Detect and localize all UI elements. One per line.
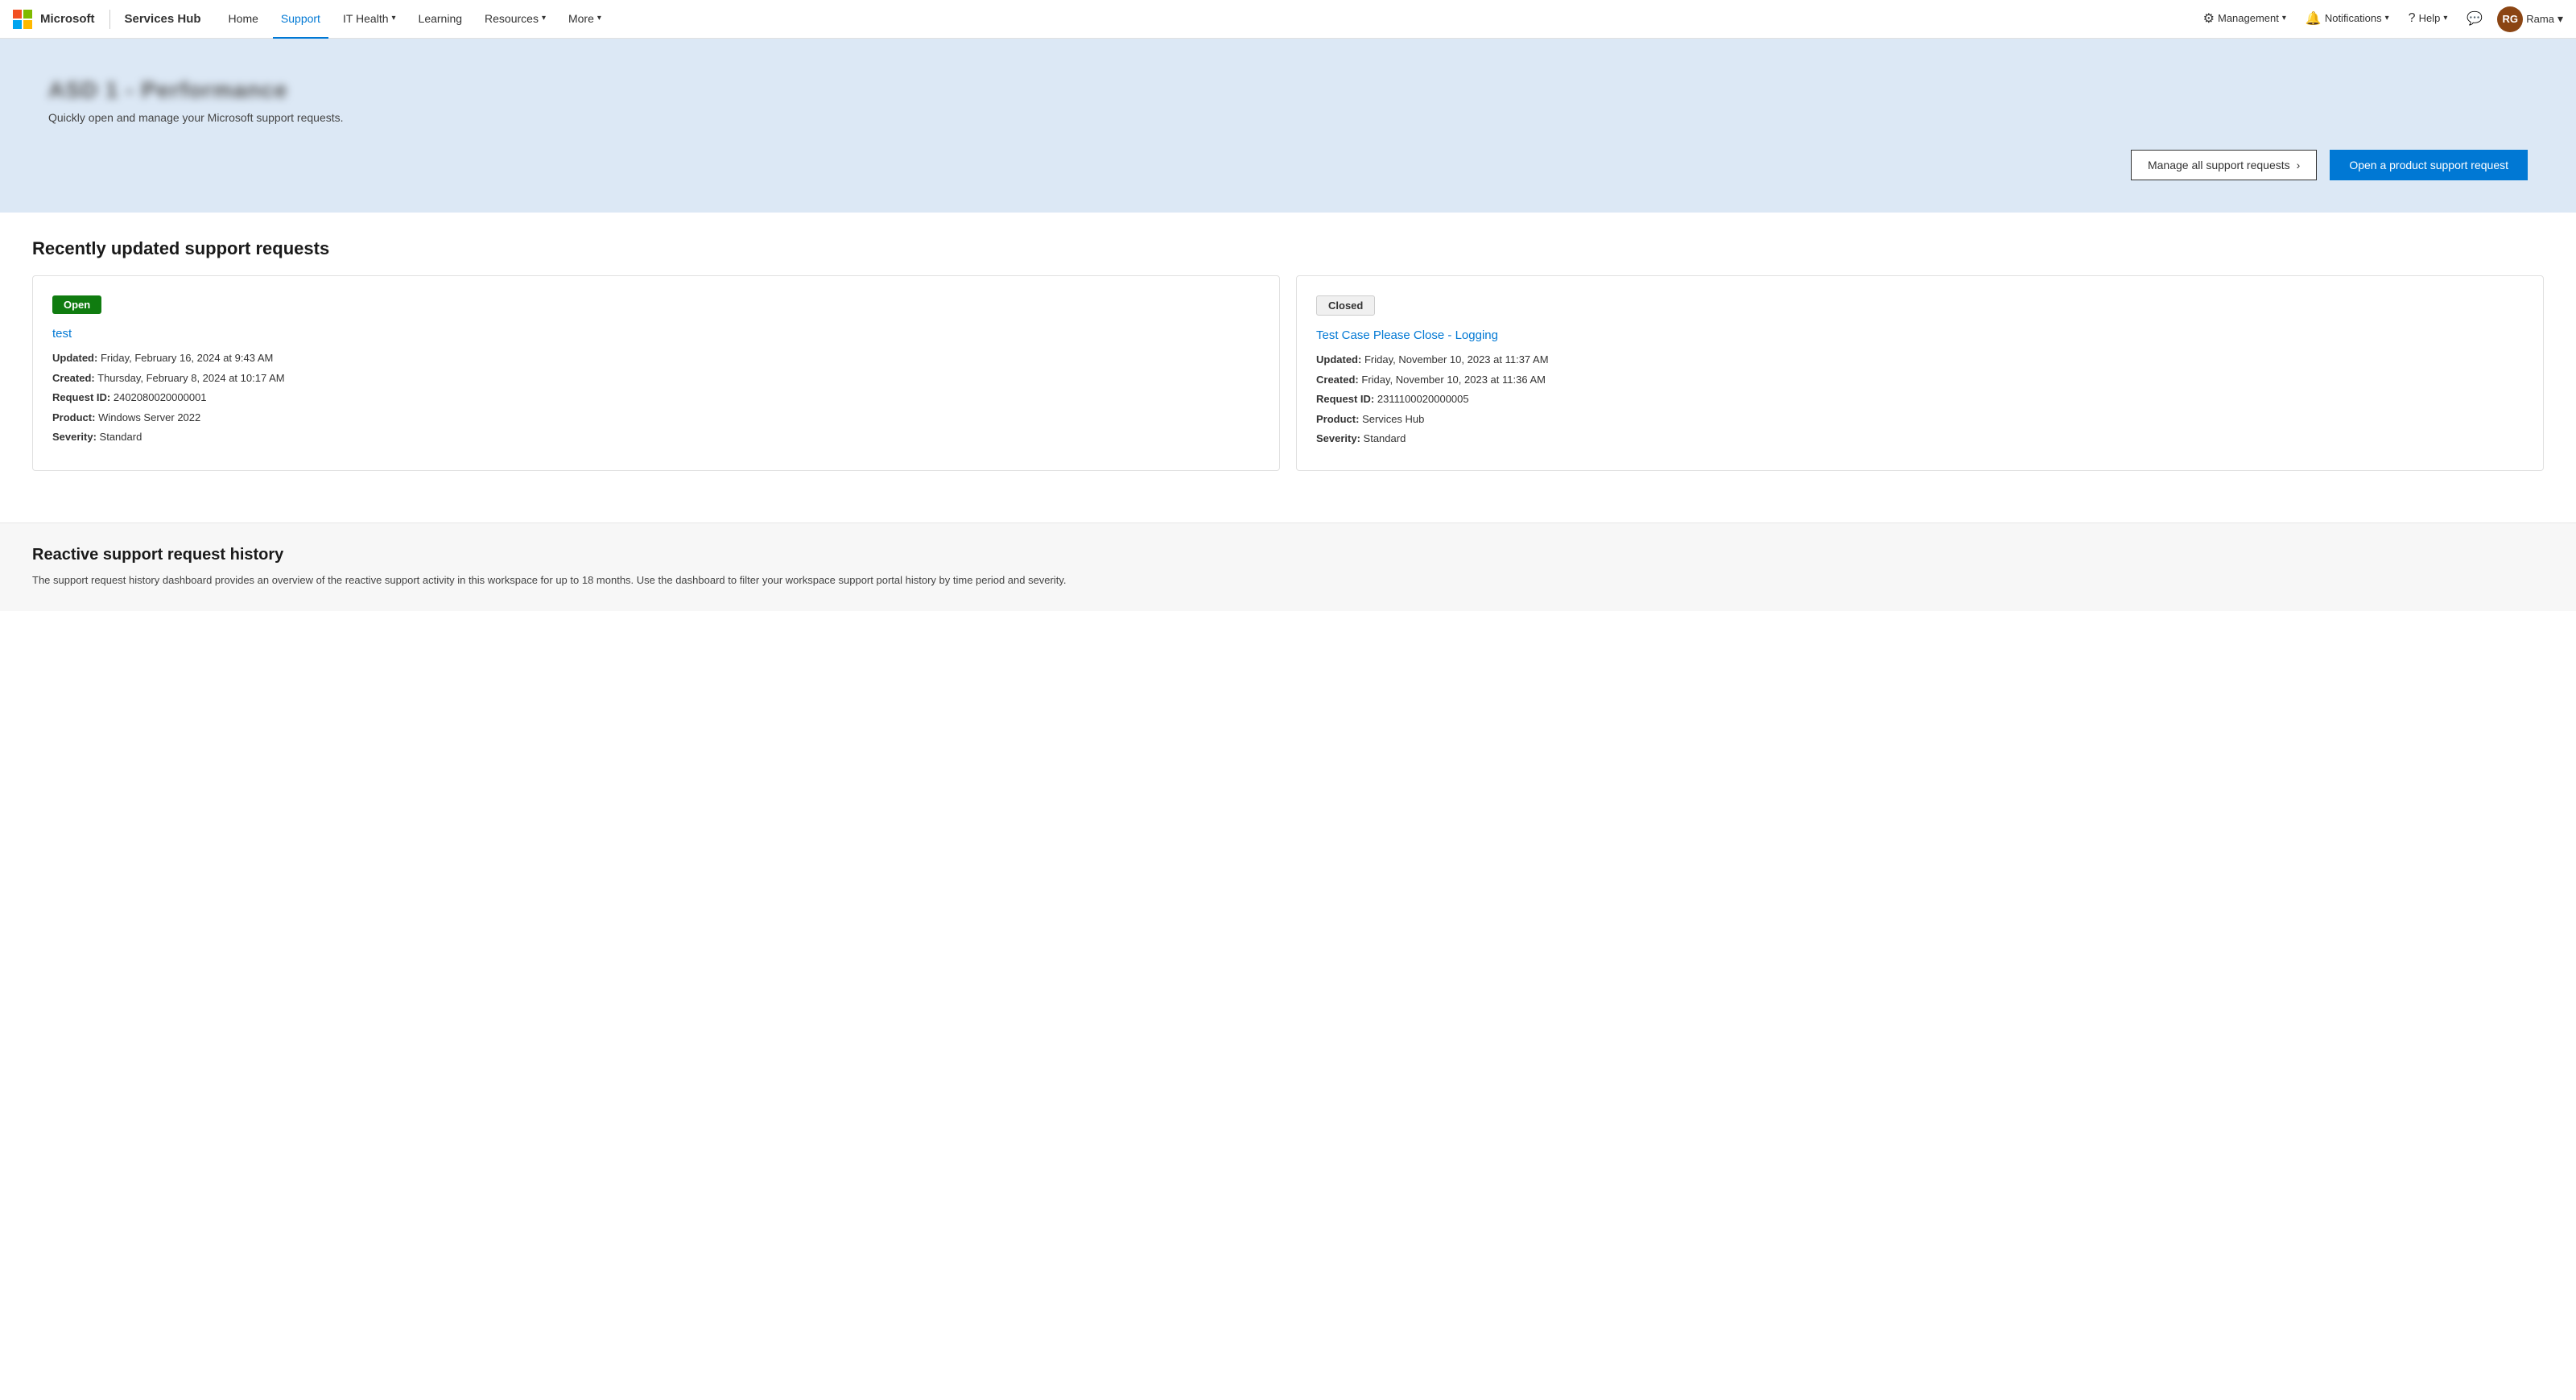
ms-brand-name: Microsoft xyxy=(40,12,95,26)
nav-notifications[interactable]: 🔔 Notifications ▾ xyxy=(2297,0,2397,39)
bell-icon: 🔔 xyxy=(2306,10,2322,27)
logo-sq1 xyxy=(13,10,22,19)
brand-divider xyxy=(109,10,110,29)
case-severity-2: Severity: Standard xyxy=(1316,431,2524,447)
case-request-id-2: Request ID: 2311100020000005 xyxy=(1316,391,2524,407)
logo-sq2 xyxy=(23,10,32,19)
hero-subtitle: Quickly open and manage your Microsoft s… xyxy=(48,111,2528,124)
user-chevron[interactable]: ▾ xyxy=(2557,12,2563,26)
nav-more[interactable]: More ▾ xyxy=(560,0,609,39)
hub-brand-name: Services Hub xyxy=(125,12,201,26)
case-request-id-1: Request ID: 2402080020000001 xyxy=(52,390,1260,406)
history-section: Reactive support request history The sup… xyxy=(0,522,2576,612)
logo-sq3 xyxy=(13,20,22,29)
hero-actions: Manage all support requests › Open a pro… xyxy=(48,150,2528,180)
main-content: Recently updated support requests Open t… xyxy=(0,213,2576,522)
manage-requests-button[interactable]: Manage all support requests › xyxy=(2131,150,2317,180)
arrow-icon: › xyxy=(2297,159,2301,171)
case-created-2: Created: Friday, November 10, 2023 at 11… xyxy=(1316,372,2524,388)
case-product-2: Product: Services Hub xyxy=(1316,411,2524,427)
it-health-chevron: ▾ xyxy=(392,14,396,23)
open-support-request-button[interactable]: Open a product support request xyxy=(2330,150,2528,180)
microsoft-logo xyxy=(13,10,32,29)
more-chevron: ▾ xyxy=(597,14,601,23)
user-name[interactable]: Rama xyxy=(2526,13,2554,25)
resources-chevron: ▾ xyxy=(542,14,546,23)
support-card-1: Open test Updated: Friday, February 16, … xyxy=(32,275,1280,471)
nav-right: ⚙ Management ▾ 🔔 Notifications ▾ ? Help … xyxy=(2195,0,2563,39)
logo-sq4 xyxy=(23,20,32,29)
nav-learning[interactable]: Learning xyxy=(411,0,471,39)
nav-resources[interactable]: Resources ▾ xyxy=(477,0,554,39)
support-card-2: Closed Test Case Please Close - Logging … xyxy=(1296,275,2544,471)
nav-support[interactable]: Support xyxy=(273,0,328,39)
nav-home[interactable]: Home xyxy=(221,0,266,39)
case-updated-1: Updated: Friday, February 16, 2024 at 9:… xyxy=(52,350,1260,366)
recently-updated-title: Recently updated support requests xyxy=(32,238,2544,259)
status-badge-1: Open xyxy=(52,295,101,314)
history-description: The support request history dashboard pr… xyxy=(32,572,2544,589)
chat-icon: 💬 xyxy=(2467,10,2483,27)
support-cards-row: Open test Updated: Friday, February 16, … xyxy=(32,275,2544,471)
hero-title: ASD 1 - Performance xyxy=(48,77,2528,103)
management-icon: ⚙ xyxy=(2203,10,2215,27)
help-chevron: ▾ xyxy=(2443,14,2447,23)
hero-section: ASD 1 - Performance Quickly open and man… xyxy=(0,39,2576,213)
navbar: Microsoft Services Hub Home Support IT H… xyxy=(0,0,2576,39)
nav-help[interactable]: ? Help ▾ xyxy=(2401,0,2456,39)
case-created-1: Created: Thursday, February 8, 2024 at 1… xyxy=(52,370,1260,386)
nav-it-health[interactable]: IT Health ▾ xyxy=(335,0,404,39)
user-avatar[interactable]: RG xyxy=(2497,6,2523,32)
case-title-1[interactable]: test xyxy=(52,327,1260,341)
notifications-chevron: ▾ xyxy=(2385,14,2389,23)
case-severity-1: Severity: Standard xyxy=(52,429,1260,445)
case-updated-2: Updated: Friday, November 10, 2023 at 11… xyxy=(1316,352,2524,368)
nav-chat[interactable]: 💬 xyxy=(2458,0,2491,39)
status-badge-2: Closed xyxy=(1316,295,1375,316)
brand-logo: Microsoft Services Hub xyxy=(13,10,201,29)
help-icon: ? xyxy=(2409,11,2416,26)
case-title-2[interactable]: Test Case Please Close - Logging xyxy=(1316,328,2524,342)
management-chevron: ▾ xyxy=(2282,14,2286,23)
history-title: Reactive support request history xyxy=(32,546,2544,564)
nav-management[interactable]: ⚙ Management ▾ xyxy=(2195,0,2294,39)
case-product-1: Product: Windows Server 2022 xyxy=(52,410,1260,426)
